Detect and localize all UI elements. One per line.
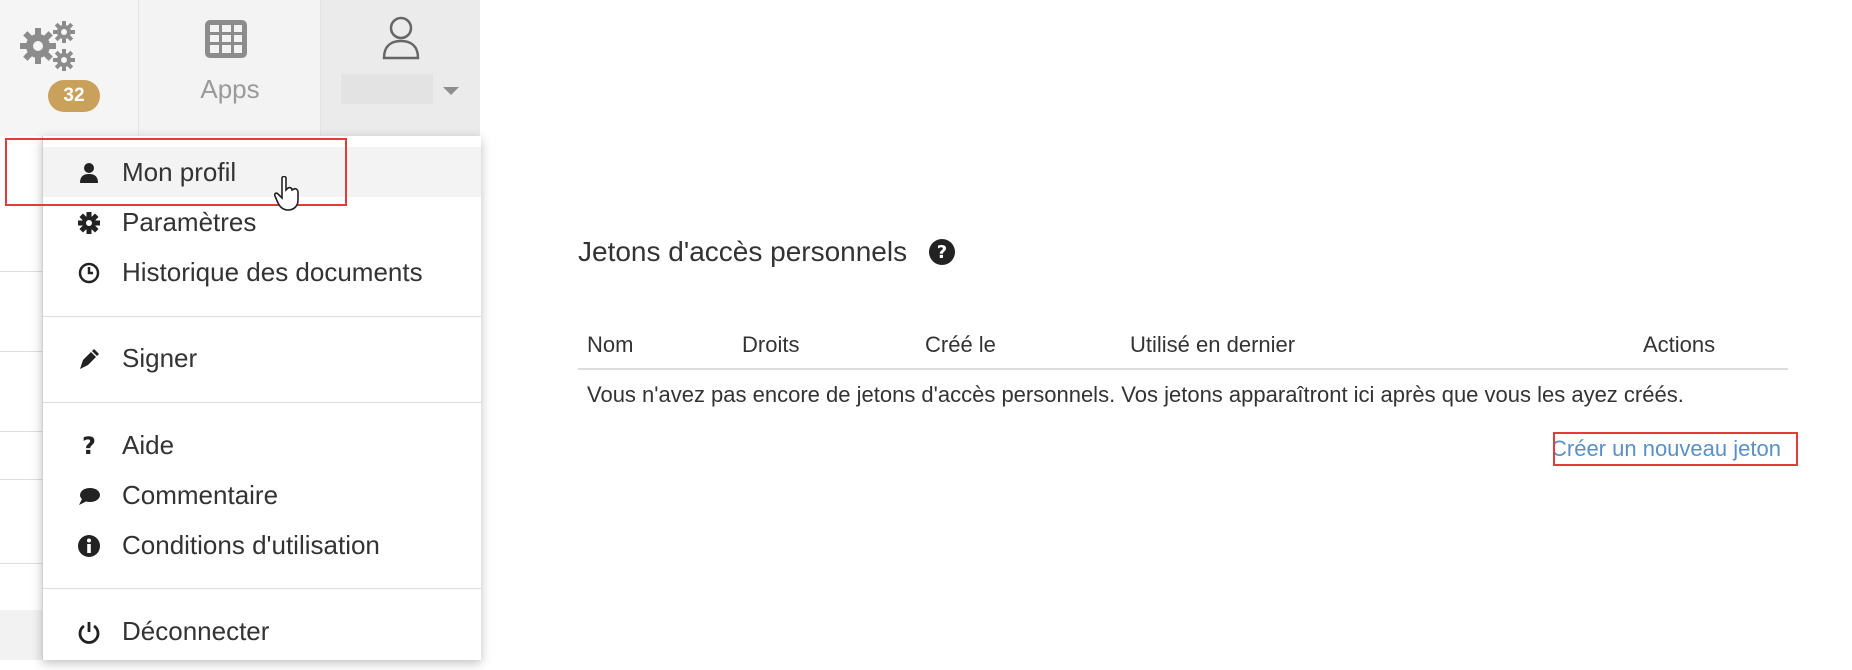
notification-badge: 32	[48, 80, 100, 112]
user-dropdown-menu: Mon profil Paramètres Historique des doc…	[42, 136, 481, 660]
page-title: Jetons d'accès personnels	[578, 236, 908, 267]
menu-item-label: Historique des documents	[122, 257, 423, 287]
menu-divider	[43, 402, 481, 403]
menu-item-commentaire[interactable]: Commentaire	[43, 470, 481, 520]
apps-label: Apps	[200, 74, 260, 104]
menu-divider	[43, 588, 481, 589]
menu-item-label: Commentaire	[122, 480, 279, 510]
menu-item-label: Aide	[122, 430, 175, 460]
pen-icon	[80, 348, 100, 369]
user-name-placeholder	[341, 74, 433, 104]
menu-item-conditions[interactable]: Conditions d'utilisation	[43, 520, 481, 570]
menu-item-historique[interactable]: Historique des documents	[43, 247, 481, 297]
power-icon	[78, 622, 100, 644]
gear-icon	[78, 212, 100, 234]
create-token-link-label: Créer un nouveau jeton	[1553, 436, 1781, 461]
create-token-link[interactable]: Créer un nouveau jeton	[1553, 432, 1798, 466]
column-header-actions: Actions	[1643, 332, 1716, 357]
column-header-utilise: Utilisé en dernier	[1130, 332, 1296, 357]
apps-menu-button[interactable]: Apps	[138, 0, 320, 136]
menu-item-signer[interactable]: Signer	[43, 333, 481, 383]
column-header-droits: Droits	[742, 332, 800, 357]
question-icon: ?	[82, 432, 96, 460]
menu-item-label: Paramètres	[122, 207, 257, 237]
grid-icon	[205, 20, 247, 58]
menu-item-label: Déconnecter	[122, 616, 270, 646]
top-navigation: 32 Apps	[0, 0, 480, 136]
info-icon	[78, 535, 100, 557]
column-header-cree-le: Créé le	[925, 332, 996, 357]
menu-item-label: Signer	[122, 343, 198, 373]
empty-state-message: Vous n'avez pas encore de jetons d'accès…	[587, 382, 1684, 407]
table-header-divider	[578, 368, 1788, 370]
column-header-nom: Nom	[587, 332, 634, 357]
menu-divider	[43, 316, 481, 317]
svg-text:?: ?	[937, 242, 947, 263]
clock-icon	[78, 262, 100, 284]
menu-item-deconnecter[interactable]: Déconnecter	[43, 606, 481, 656]
user-menu-button[interactable]	[320, 0, 480, 136]
menu-item-aide[interactable]: ? Aide	[43, 420, 481, 470]
gears-icon	[20, 21, 75, 71]
caret-down-icon	[443, 87, 459, 95]
settings-menu-button[interactable]: 32	[0, 0, 138, 136]
comment-icon	[79, 488, 100, 505]
help-circle-icon[interactable]: ?	[928, 238, 956, 266]
menu-item-label: Conditions d'utilisation	[122, 530, 380, 560]
user-outline-icon	[382, 16, 420, 60]
hand-cursor-icon	[274, 176, 299, 211]
